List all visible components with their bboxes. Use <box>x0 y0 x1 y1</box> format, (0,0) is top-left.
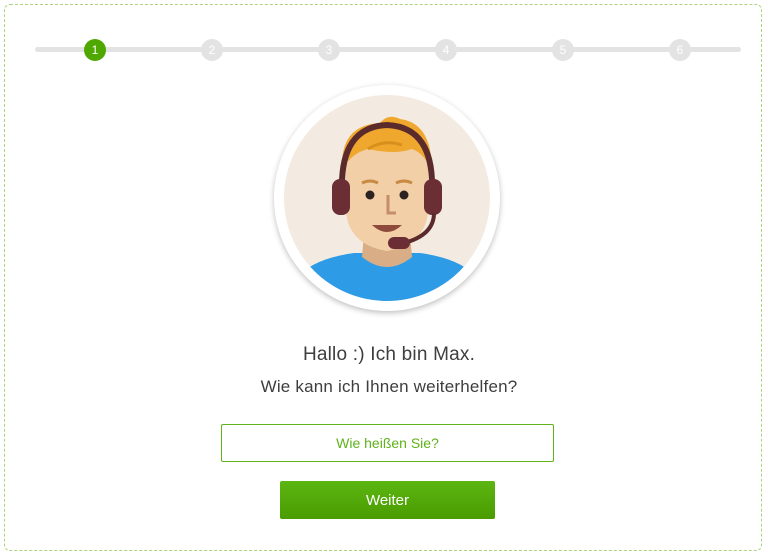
step-progress-bar: 1 2 3 4 5 6 <box>35 39 741 61</box>
next-button[interactable]: Weiter <box>280 481 495 519</box>
step-6[interactable]: 6 <box>669 39 691 61</box>
step-5[interactable]: 5 <box>552 39 574 61</box>
step-4[interactable]: 4 <box>435 39 457 61</box>
progress-track <box>35 47 741 52</box>
question-text: Wie kann ich Ihnen weiterhelfen? <box>260 377 518 396</box>
step-1[interactable]: 1 <box>84 39 106 61</box>
name-input[interactable] <box>221 424 554 462</box>
step-2[interactable]: 2 <box>201 39 223 61</box>
step-3[interactable]: 3 <box>318 39 340 61</box>
greeting-text: Hallo :) Ich bin Max. <box>302 344 476 365</box>
support-agent-headset-icon <box>284 95 490 301</box>
wizard-card: 1 2 3 4 5 6 Hallo:) Ich bin Max. Wie ka… <box>4 4 762 551</box>
assistant-avatar <box>274 85 500 311</box>
